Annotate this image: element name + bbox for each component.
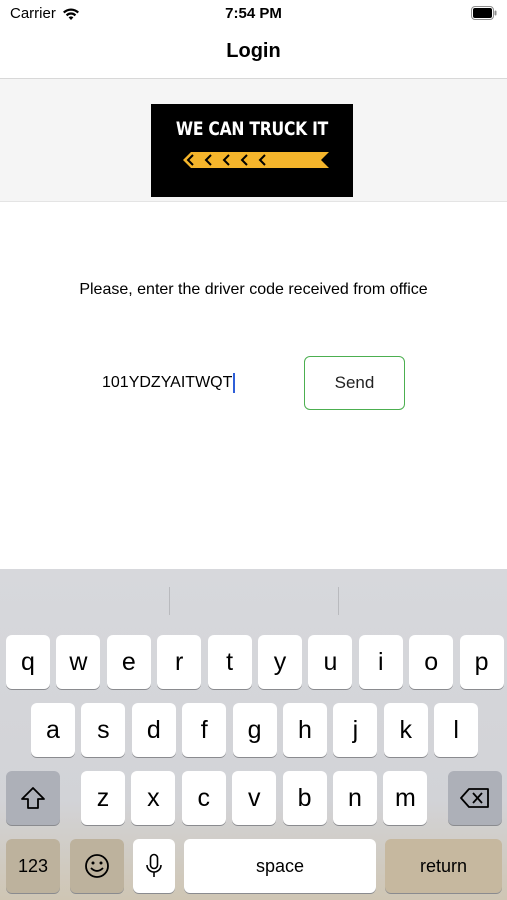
key-j[interactable]: j [333, 703, 378, 757]
key-w[interactable]: w [56, 635, 101, 689]
company-logo: WE CAN TRUCK IT [151, 104, 353, 197]
key-d[interactable]: d [131, 703, 176, 757]
key-b[interactable]: b [282, 771, 327, 825]
microphone-key[interactable] [133, 839, 175, 893]
shift-icon [21, 787, 45, 809]
delete-key[interactable] [448, 771, 502, 825]
key-q[interactable]: q [6, 635, 50, 689]
key-s[interactable]: s [81, 703, 126, 757]
key-c[interactable]: c [181, 771, 226, 825]
key-i[interactable]: i [358, 635, 403, 689]
key-v[interactable]: v [232, 771, 277, 825]
text-caret [233, 373, 236, 393]
logo-banner: WE CAN TRUCK IT [0, 79, 507, 202]
key-l[interactable]: l [434, 703, 479, 757]
navigation-bar: Login [0, 28, 507, 79]
numbers-key[interactable]: 123 [6, 839, 60, 893]
status-bar: Carrier 7:54 PM [0, 0, 507, 28]
driver-code-value: 101YDZYAITWQT [102, 374, 233, 391]
emoji-icon [85, 854, 109, 878]
return-key[interactable]: return [385, 839, 502, 893]
key-p[interactable]: p [459, 635, 504, 689]
instruction-text: Please, enter the driver code received f… [79, 281, 428, 298]
key-z[interactable]: z [81, 771, 125, 825]
key-n[interactable]: n [333, 771, 377, 825]
on-screen-keyboard: qwertyuiop asdfghjkl zxcvbnm 123 space r… [0, 569, 507, 900]
suggestion-divider [338, 587, 339, 615]
key-f[interactable]: f [182, 703, 227, 757]
driver-code-input[interactable]: 101YDZYAITWQT [102, 373, 236, 393]
emoji-key[interactable] [70, 839, 124, 893]
delete-icon [460, 788, 489, 808]
status-time: 7:54 PM [225, 5, 282, 22]
key-o[interactable]: o [409, 635, 454, 689]
key-r[interactable]: r [157, 635, 202, 689]
shift-key[interactable] [6, 771, 60, 825]
key-a[interactable]: a [31, 703, 75, 757]
key-e[interactable]: e [106, 635, 151, 689]
key-y[interactable]: y [258, 635, 302, 689]
key-u[interactable]: u [308, 635, 353, 689]
space-key[interactable]: space [184, 839, 376, 893]
key-h[interactable]: h [283, 703, 327, 757]
page-title: Login [226, 40, 281, 62]
microphone-icon [146, 853, 162, 877]
battery-icon [471, 6, 497, 20]
key-x[interactable]: x [131, 771, 176, 825]
key-k[interactable]: k [383, 703, 428, 757]
send-button[interactable]: Send [304, 356, 405, 410]
logo-text: WE CAN TRUCK IT [175, 118, 329, 140]
key-g[interactable]: g [232, 703, 277, 757]
key-t[interactable]: t [207, 635, 252, 689]
key-m[interactable]: m [383, 771, 428, 825]
logo-arrow-icon [183, 152, 329, 168]
suggestion-divider [169, 587, 170, 615]
